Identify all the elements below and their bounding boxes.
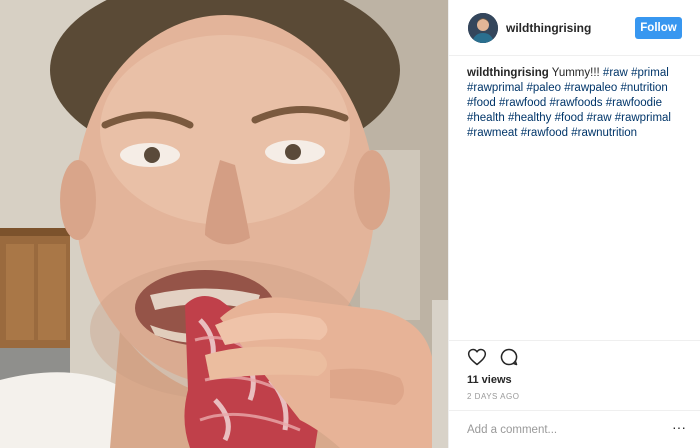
hashtag-link[interactable]: #rawnutrition [571, 127, 637, 139]
hashtag-link[interactable]: #raw [603, 67, 628, 79]
hashtag-link[interactable]: #rawprimal [467, 82, 523, 94]
hashtag-link[interactable]: #rawfood [521, 127, 568, 139]
header-username[interactable]: wildthingrising [506, 21, 591, 35]
hashtag-link[interactable]: #rawfoods [550, 97, 603, 109]
comment-input[interactable] [467, 421, 647, 439]
hashtag-link[interactable]: #rawfoodie [606, 97, 662, 109]
caption-username[interactable]: wildthingrising [467, 67, 549, 79]
post-side-panel: wildthingrising Follow wildthingrising Y… [448, 0, 700, 448]
hashtag-link[interactable]: #health [467, 112, 505, 124]
hashtag-link[interactable]: #rawfood [499, 97, 546, 109]
hashtag-link[interactable]: #primal [631, 67, 669, 79]
avatar[interactable] [468, 13, 498, 43]
hashtag-link[interactable]: #raw [587, 112, 612, 124]
divider [449, 340, 700, 341]
post-caption: wildthingrising Yummy!!! #raw #primal #r… [467, 66, 687, 141]
hashtag-link[interactable]: #rawmeat [467, 127, 518, 139]
post-photo[interactable] [0, 0, 448, 448]
post-timestamp[interactable]: 2 DAYS AGO [467, 392, 519, 401]
comment-bar: ··· [449, 410, 700, 448]
follow-button[interactable]: Follow [635, 17, 682, 39]
hashtag-link[interactable]: #food [467, 97, 496, 109]
post-header: wildthingrising Follow [449, 0, 700, 56]
instagram-post: wildthingrising Follow wildthingrising Y… [0, 0, 700, 448]
hashtag-link[interactable]: #paleo [526, 82, 561, 94]
hashtag-link[interactable]: #healthy [508, 112, 551, 124]
more-options-icon[interactable]: ··· [670, 420, 688, 435]
heart-icon[interactable] [467, 347, 487, 367]
photo-illustration [0, 0, 448, 448]
caption-text: Yummy!!! [551, 67, 600, 79]
views-count: 11 views [467, 374, 512, 386]
post-actions [467, 347, 519, 371]
hashtag-link[interactable]: #rawpaleo [564, 82, 617, 94]
hashtag-link[interactable]: #rawprimal [615, 112, 671, 124]
comment-icon[interactable] [499, 347, 519, 367]
hashtag-link[interactable]: #nutrition [620, 82, 667, 94]
hashtag-link[interactable]: #food [555, 112, 584, 124]
avatar-image [468, 13, 498, 43]
